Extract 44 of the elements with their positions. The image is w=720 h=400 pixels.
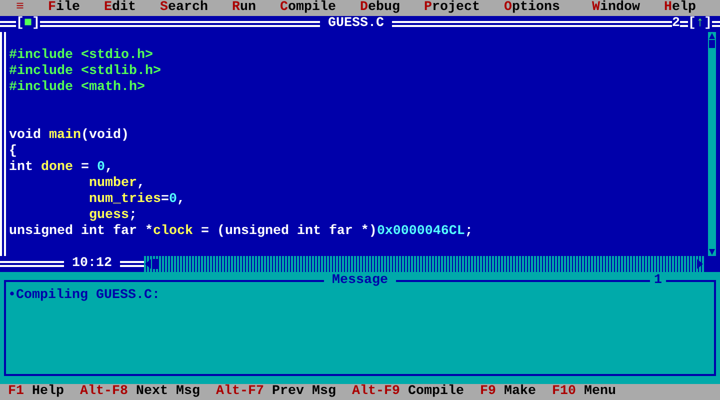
shortcut-hint[interactable]: Alt-F9 Compile	[352, 384, 464, 400]
code-line: void main(void)	[9, 128, 129, 144]
menu-item[interactable]: Run	[232, 0, 256, 16]
scroll-thumb[interactable]	[152, 259, 158, 269]
shortcut-hint[interactable]: F1 Help	[8, 384, 64, 400]
window-title: Message	[324, 273, 396, 289]
code-line: unsigned int far *clock = (unsigned int far *)0x0000046CL;	[9, 224, 473, 240]
menu-item[interactable]: Project	[424, 0, 480, 16]
double-line-border	[0, 21, 16, 27]
menu-item[interactable]: Edit	[104, 0, 136, 16]
menu-item[interactable]: Help	[664, 0, 696, 16]
zoom-box[interactable]: [↑]	[688, 16, 712, 32]
shortcut-hint[interactable]: Alt-F7 Prev Msg	[216, 384, 336, 400]
code-line: num_tries=0,	[88, 192, 185, 208]
code-line: guess;	[88, 208, 137, 224]
double-line-border	[0, 261, 64, 267]
code-line: #include <math.h>	[9, 80, 145, 96]
window-title: GUESS.C	[327, 16, 385, 32]
horizontal-scrollbar[interactable]	[144, 256, 704, 272]
cursor-position: 10:12	[71, 256, 113, 272]
close-box[interactable]: [■]	[16, 16, 40, 32]
menu-item[interactable]: Window	[592, 0, 640, 16]
window-number: 2	[672, 16, 680, 32]
code-line: number,	[88, 176, 145, 192]
message-line[interactable]: •Compiling GUESS.C:	[8, 288, 160, 304]
menu-item[interactable]: Compile	[280, 0, 336, 16]
scroll-thumb[interactable]	[709, 40, 715, 48]
double-line-border	[712, 21, 720, 27]
menu-item[interactable]: Search	[160, 0, 208, 16]
double-line-border	[680, 21, 688, 27]
code-line: int done = 0,	[9, 160, 113, 176]
up-arrow-icon	[708, 32, 716, 40]
code-line: {	[9, 144, 17, 160]
code-line: #include <stdio.h>	[9, 48, 153, 64]
menu-item[interactable]: Options	[504, 0, 560, 16]
menu-item[interactable]: File	[48, 0, 80, 16]
code-line: #include <stdlib.h>	[9, 64, 161, 80]
down-arrow-icon	[708, 248, 716, 256]
code-area[interactable]: #include <stdio.h> #include <stdlib.h> #include <math.h> void main(void) { int done = 0, number, num_tries=0, guess; unsigned int far *clock = (unsigned int far *)0x0000046CL;	[6, 32, 708, 256]
shortcut-hint[interactable]: Alt-F8 Next Msg	[80, 384, 200, 400]
shortcut-hint[interactable]: F10 Menu	[552, 384, 616, 400]
vertical-scrollbar[interactable]	[708, 32, 716, 256]
menu-item[interactable]: Debug	[360, 0, 400, 16]
shortcut-hint[interactable]: F9 Make	[480, 384, 536, 400]
